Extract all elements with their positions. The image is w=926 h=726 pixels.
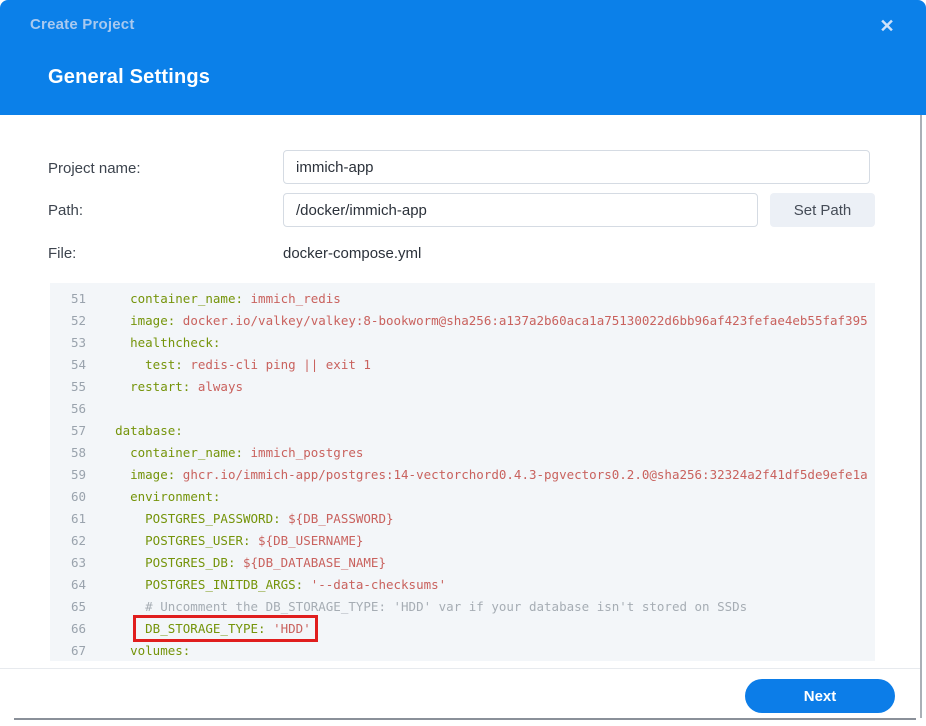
code-line-64: 64 POSTGRES_INITDB_ARGS: '--data-checksu… bbox=[50, 574, 875, 596]
close-button[interactable]: ✕ bbox=[874, 13, 900, 39]
code-text: environment: bbox=[130, 489, 221, 504]
code-line-65: 65 # Uncomment the DB_STORAGE_TYPE: 'HDD… bbox=[50, 596, 875, 618]
code-line-56: 56 bbox=[50, 398, 875, 420]
code-line-63: 63 POSTGRES_DB: ${DB_DATABASE_NAME} bbox=[50, 552, 875, 574]
code-text: POSTGRES_USER: ${DB_USERNAME} bbox=[145, 533, 364, 548]
path-label: Path: bbox=[48, 202, 84, 219]
line-number: 64 bbox=[70, 577, 86, 592]
line-number: 57 bbox=[70, 423, 86, 438]
code-text: POSTGRES_PASSWORD: ${DB_PASSWORD} bbox=[145, 511, 394, 526]
create-project-dialog: Create Project ✕ General Settings Projec… bbox=[0, 0, 926, 726]
code-line-53: 53 healthcheck: bbox=[50, 332, 875, 354]
close-icon: ✕ bbox=[879, 16, 895, 36]
line-number: 51 bbox=[70, 291, 86, 306]
line-number: 52 bbox=[70, 313, 86, 328]
code-line-60: 60 environment: bbox=[50, 486, 875, 508]
line-number: 58 bbox=[70, 445, 86, 460]
code-text: DB_STORAGE_TYPE: 'HDD' bbox=[100, 615, 318, 642]
yaml-code-editor[interactable]: 51 container_name: immich_redis 52 image:… bbox=[50, 283, 875, 661]
code-text: volumes: bbox=[130, 643, 191, 658]
code-line-54: 54 test: redis-cli ping || exit 1 bbox=[50, 354, 875, 376]
line-number: 66 bbox=[70, 621, 86, 636]
code-text: POSTGRES_INITDB_ARGS: '--data-checksums' bbox=[145, 577, 447, 592]
line-number: 56 bbox=[70, 401, 86, 416]
code-text: test: redis-cli ping || exit 1 bbox=[145, 357, 371, 372]
project-name-label: Project name: bbox=[48, 160, 141, 177]
code-line-67: 67 volumes: bbox=[50, 640, 875, 661]
code-line-59: 59 image: ghcr.io/immich-app/postgres:14… bbox=[50, 464, 875, 486]
dialog-title: Create Project bbox=[30, 16, 135, 33]
line-number: 67 bbox=[70, 643, 86, 658]
code-line-66: 66 DB_STORAGE_TYPE: 'HDD' bbox=[50, 615, 875, 642]
code-text: healthcheck: bbox=[130, 335, 221, 350]
page-title: General Settings bbox=[48, 66, 211, 88]
code-text: POSTGRES_DB: ${DB_DATABASE_NAME} bbox=[145, 555, 386, 570]
line-number: 65 bbox=[70, 599, 86, 614]
code-text: # Uncomment the DB_STORAGE_TYPE: 'HDD' v… bbox=[145, 599, 748, 614]
line-number: 63 bbox=[70, 555, 86, 570]
code-text: container_name: immich_redis bbox=[130, 291, 341, 306]
code-line-52: 52 image: docker.io/valkey/valkey:8-book… bbox=[50, 310, 875, 332]
highlight-box: DB_STORAGE_TYPE: 'HDD' bbox=[133, 615, 318, 642]
code-line-62: 62 POSTGRES_USER: ${DB_USERNAME} bbox=[50, 530, 875, 552]
file-value: docker-compose.yml bbox=[283, 245, 422, 262]
code-text: restart: always bbox=[130, 379, 244, 394]
code-line-51: 51 container_name: immich_redis bbox=[50, 288, 875, 310]
set-path-button[interactable]: Set Path bbox=[770, 193, 875, 227]
line-number: 53 bbox=[70, 335, 86, 350]
code-line-61: 61 POSTGRES_PASSWORD: ${DB_PASSWORD} bbox=[50, 508, 875, 530]
line-number: 62 bbox=[70, 533, 86, 548]
line-number: 55 bbox=[70, 379, 86, 394]
footer-divider bbox=[0, 668, 921, 669]
line-number: 61 bbox=[70, 511, 86, 526]
code-text: database: bbox=[115, 423, 183, 438]
project-name-input[interactable] bbox=[283, 150, 870, 184]
code-text: image: docker.io/valkey/valkey:8-bookwor… bbox=[130, 313, 868, 328]
line-number: 54 bbox=[70, 357, 86, 372]
code-lines: 51 container_name: immich_redis 52 image:… bbox=[50, 288, 875, 661]
background-window-edge-vertical bbox=[920, 115, 922, 718]
background-window-edge-horizontal bbox=[14, 718, 916, 720]
code-line-57: 57 database: bbox=[50, 420, 875, 442]
path-input[interactable] bbox=[283, 193, 758, 227]
line-number: 59 bbox=[70, 467, 86, 482]
code-line-55: 55 restart: always bbox=[50, 376, 875, 398]
code-text: container_name: immich_postgres bbox=[130, 445, 364, 460]
file-label: File: bbox=[48, 245, 77, 262]
dialog-header: Create Project ✕ General Settings bbox=[0, 0, 926, 115]
code-line-58: 58 container_name: immich_postgres bbox=[50, 442, 875, 464]
code-text: image: ghcr.io/immich-app/postgres:14-ve… bbox=[130, 467, 868, 482]
next-button[interactable]: Next bbox=[745, 679, 895, 713]
line-number: 60 bbox=[70, 489, 86, 504]
